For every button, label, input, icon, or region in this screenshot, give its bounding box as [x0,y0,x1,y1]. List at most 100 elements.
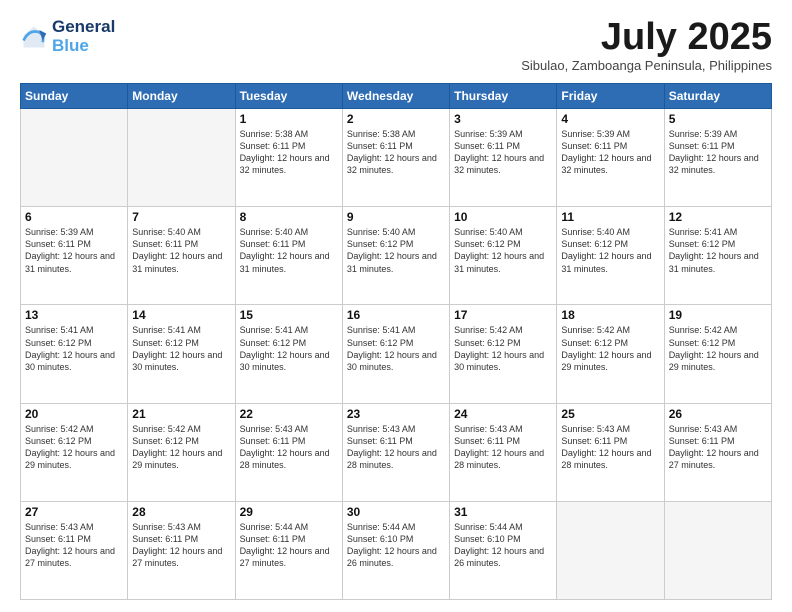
day-number: 2 [347,112,445,126]
calendar-cell: 23 Sunrise: 5:43 AM Sunset: 6:11 PM Dayli… [342,403,449,501]
week-row-3: 13 Sunrise: 5:41 AM Sunset: 6:12 PM Dayli… [21,305,772,403]
day-info: Sunrise: 5:40 AM Sunset: 6:12 PM Dayligh… [347,226,445,275]
calendar-cell: 30Sunrise: 5:44 AM Sunset: 6:10 PM Dayli… [342,501,449,599]
day-info: Sunrise: 5:43 AM Sunset: 6:11 PM Dayligh… [25,521,123,570]
day-info: Sunrise: 5:40 AM Sunset: 6:11 PM Dayligh… [240,226,338,275]
day-number: 12 [669,210,767,224]
month-title: July 2025 [521,18,772,56]
calendar-cell: 7 Sunrise: 5:40 AM Sunset: 6:11 PM Daylig… [128,207,235,305]
calendar-cell: 15 Sunrise: 5:41 AM Sunset: 6:12 PM Dayli… [235,305,342,403]
calendar-cell: 31Sunrise: 5:44 AM Sunset: 6:10 PM Dayli… [450,501,557,599]
calendar-cell [128,109,235,207]
calendar-cell: 18Sunrise: 5:42 AM Sunset: 6:12 PM Dayli… [557,305,664,403]
day-number: 7 [132,210,230,224]
calendar-cell: 13 Sunrise: 5:41 AM Sunset: 6:12 PM Dayli… [21,305,128,403]
calendar-cell: 21Sunrise: 5:42 AM Sunset: 6:12 PM Dayli… [128,403,235,501]
day-info: Sunrise: 5:42 AM Sunset: 6:12 PM Dayligh… [669,324,767,373]
calendar-cell: 11Sunrise: 5:40 AM Sunset: 6:12 PM Dayli… [557,207,664,305]
day-number: 22 [240,407,338,421]
calendar-table: SundayMondayTuesdayWednesdayThursdayFrid… [20,83,772,600]
calendar-cell: 1Sunrise: 5:38 AM Sunset: 6:11 PM Daylig… [235,109,342,207]
day-number: 17 [454,308,552,322]
logo-icon [20,23,48,51]
calendar-cell: 14Sunrise: 5:41 AM Sunset: 6:12 PM Dayli… [128,305,235,403]
week-row-1: 1Sunrise: 5:38 AM Sunset: 6:11 PM Daylig… [21,109,772,207]
calendar-cell: 17 Sunrise: 5:42 AM Sunset: 6:12 PM Dayli… [450,305,557,403]
header: General Blue July 2025 Sibulao, Zamboang… [20,18,772,73]
week-row-5: 27 Sunrise: 5:43 AM Sunset: 6:11 PM Dayli… [21,501,772,599]
day-number: 27 [25,505,123,519]
calendar-cell: 6 Sunrise: 5:39 AM Sunset: 6:11 PM Daylig… [21,207,128,305]
calendar-cell [21,109,128,207]
weekday-header-monday: Monday [128,84,235,109]
calendar-cell: 26Sunrise: 5:43 AM Sunset: 6:11 PM Dayli… [664,403,771,501]
day-number: 23 [347,407,445,421]
day-number: 20 [25,407,123,421]
calendar-cell: 25 Sunrise: 5:43 AM Sunset: 6:11 PM Dayli… [557,403,664,501]
day-info: Sunrise: 5:43 AM Sunset: 6:11 PM Dayligh… [132,521,230,570]
day-number: 24 [454,407,552,421]
day-info: Sunrise: 5:44 AM Sunset: 6:11 PM Dayligh… [240,521,338,570]
day-info: Sunrise: 5:39 AM Sunset: 6:11 PM Dayligh… [669,128,767,177]
day-info: Sunrise: 5:41 AM Sunset: 6:12 PM Dayligh… [669,226,767,275]
calendar-cell [557,501,664,599]
weekday-header-friday: Friday [557,84,664,109]
day-info: Sunrise: 5:38 AM Sunset: 6:11 PM Dayligh… [240,128,338,177]
day-info: Sunrise: 5:44 AM Sunset: 6:10 PM Dayligh… [454,521,552,570]
calendar-cell: 27 Sunrise: 5:43 AM Sunset: 6:11 PM Dayli… [21,501,128,599]
calendar-cell: 2 Sunrise: 5:38 AM Sunset: 6:11 PM Daylig… [342,109,449,207]
day-number: 10 [454,210,552,224]
weekday-header-sunday: Sunday [21,84,128,109]
weekday-header-tuesday: Tuesday [235,84,342,109]
day-number: 13 [25,308,123,322]
day-info: Sunrise: 5:43 AM Sunset: 6:11 PM Dayligh… [347,423,445,472]
week-row-2: 6 Sunrise: 5:39 AM Sunset: 6:11 PM Daylig… [21,207,772,305]
title-area: July 2025 Sibulao, Zamboanga Peninsula, … [521,18,772,73]
day-info: Sunrise: 5:43 AM Sunset: 6:11 PM Dayligh… [454,423,552,472]
day-number: 15 [240,308,338,322]
day-info: Sunrise: 5:39 AM Sunset: 6:11 PM Dayligh… [454,128,552,177]
day-number: 8 [240,210,338,224]
day-info: Sunrise: 5:40 AM Sunset: 6:12 PM Dayligh… [454,226,552,275]
day-number: 16 [347,308,445,322]
logo-text: General Blue [52,18,115,55]
weekday-header-wednesday: Wednesday [342,84,449,109]
day-number: 29 [240,505,338,519]
day-number: 4 [561,112,659,126]
calendar-cell: 4Sunrise: 5:39 AM Sunset: 6:11 PM Daylig… [557,109,664,207]
day-info: Sunrise: 5:43 AM Sunset: 6:11 PM Dayligh… [561,423,659,472]
calendar-cell: 5 Sunrise: 5:39 AM Sunset: 6:11 PM Daylig… [664,109,771,207]
day-info: Sunrise: 5:38 AM Sunset: 6:11 PM Dayligh… [347,128,445,177]
day-info: Sunrise: 5:41 AM Sunset: 6:12 PM Dayligh… [25,324,123,373]
day-info: Sunrise: 5:42 AM Sunset: 6:12 PM Dayligh… [25,423,123,472]
day-number: 21 [132,407,230,421]
weekday-header-saturday: Saturday [664,84,771,109]
calendar-cell [664,501,771,599]
day-number: 25 [561,407,659,421]
subtitle: Sibulao, Zamboanga Peninsula, Philippine… [521,58,772,73]
calendar-cell: 19Sunrise: 5:42 AM Sunset: 6:12 PM Dayli… [664,305,771,403]
weekday-header-thursday: Thursday [450,84,557,109]
calendar-cell: 16Sunrise: 5:41 AM Sunset: 6:12 PM Dayli… [342,305,449,403]
day-info: Sunrise: 5:43 AM Sunset: 6:11 PM Dayligh… [669,423,767,472]
day-number: 9 [347,210,445,224]
logo: General Blue [20,18,115,55]
day-info: Sunrise: 5:39 AM Sunset: 6:11 PM Dayligh… [25,226,123,275]
week-row-4: 20 Sunrise: 5:42 AM Sunset: 6:12 PM Dayli… [21,403,772,501]
day-number: 5 [669,112,767,126]
calendar-cell: 22 Sunrise: 5:43 AM Sunset: 6:11 PM Dayli… [235,403,342,501]
day-info: Sunrise: 5:43 AM Sunset: 6:11 PM Dayligh… [240,423,338,472]
day-info: Sunrise: 5:42 AM Sunset: 6:12 PM Dayligh… [454,324,552,373]
calendar-cell: 29 Sunrise: 5:44 AM Sunset: 6:11 PM Dayli… [235,501,342,599]
calendar-cell: 12 Sunrise: 5:41 AM Sunset: 6:12 PM Dayli… [664,207,771,305]
day-number: 3 [454,112,552,126]
calendar-cell: 8 Sunrise: 5:40 AM Sunset: 6:11 PM Daylig… [235,207,342,305]
calendar-cell: 28 Sunrise: 5:43 AM Sunset: 6:11 PM Dayli… [128,501,235,599]
day-info: Sunrise: 5:41 AM Sunset: 6:12 PM Dayligh… [240,324,338,373]
day-number: 18 [561,308,659,322]
weekday-header-row: SundayMondayTuesdayWednesdayThursdayFrid… [21,84,772,109]
day-number: 6 [25,210,123,224]
day-number: 28 [132,505,230,519]
day-number: 11 [561,210,659,224]
day-info: Sunrise: 5:40 AM Sunset: 6:11 PM Dayligh… [132,226,230,275]
